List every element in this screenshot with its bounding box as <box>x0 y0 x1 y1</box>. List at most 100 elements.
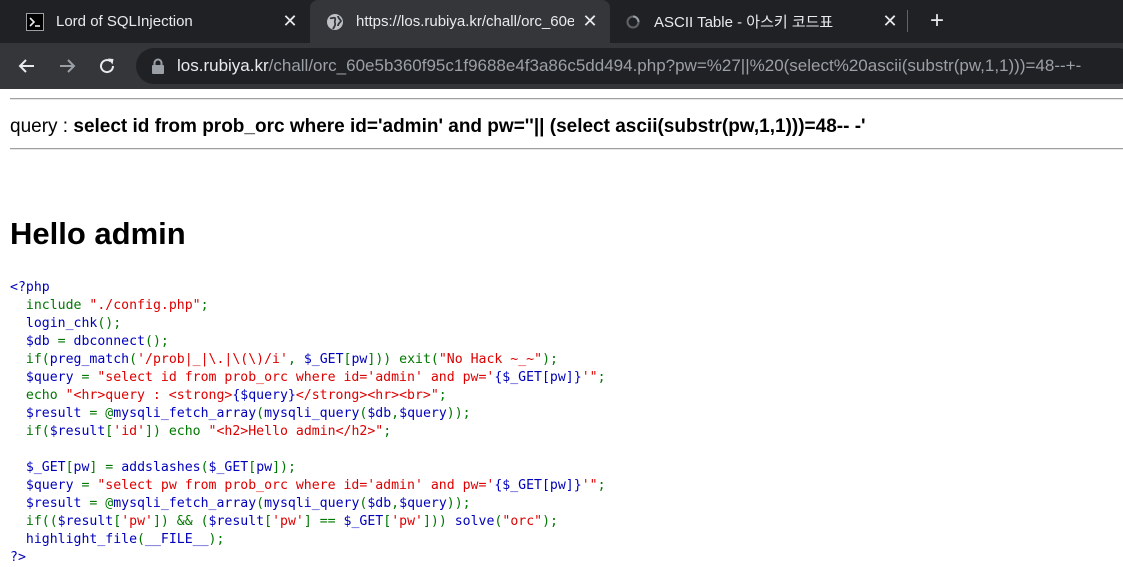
code-token: mysqli_fetch_array <box>113 496 257 511</box>
code-token: ); <box>542 514 558 529</box>
forward-button[interactable] <box>52 51 82 81</box>
code-line: $result = @mysqli_fetch_array(mysqli_que… <box>10 495 606 513</box>
code-token: [ <box>65 460 74 475</box>
code-token: = @ <box>89 496 114 511</box>
tab-title: https://los.rubiya.kr/chall/orc_60e5b360… <box>356 13 574 30</box>
code-line: $query = "select pw from prob_orc where … <box>10 477 606 495</box>
page-content: query : select id from prob_orc where id… <box>0 89 1123 566</box>
code-token: echo <box>25 388 66 403</box>
address-bar[interactable]: los.rubiya.kr/chall/orc_60e5b360f95c1f96… <box>136 48 1123 84</box>
close-tab-icon[interactable]: ✕ <box>880 11 900 32</box>
lock-icon <box>152 58 164 74</box>
code-token: ); <box>542 352 558 367</box>
back-button[interactable] <box>12 51 42 81</box>
tab-ascii-table[interactable]: ASCII Table - 아스키 코드표 ✕ <box>610 0 910 43</box>
code-line: $result = @mysqli_fetch_array(mysqli_que… <box>10 405 606 423</box>
code-token: if( <box>25 352 50 367</box>
new-tab-button[interactable]: + <box>922 6 952 36</box>
code-token: {$query} <box>232 388 296 403</box>
code-token: pw <box>256 460 273 475</box>
code-token: = @ <box>89 406 114 421</box>
code-token: $_GET <box>10 460 66 475</box>
close-tab-icon[interactable]: ✕ <box>580 11 600 32</box>
code-token: mysqli_fetch_array <box>113 406 257 421</box>
code-token: , <box>391 496 400 511</box>
code-token: = <box>57 334 74 349</box>
code-token: ?> <box>10 550 26 565</box>
url-path: /chall/orc_60e5b360f95c1f9688e4f3a86c5dd… <box>268 56 1082 75</box>
reload-button[interactable] <box>92 51 122 81</box>
code-token: ; <box>200 298 209 313</box>
code-token: ])) <box>422 514 455 529</box>
code-token: $_GET <box>343 514 384 529</box>
code-token: ( <box>256 406 265 421</box>
code-token: ( <box>256 496 265 511</box>
code-token: ; <box>597 478 606 493</box>
code-token: ])) exit( <box>367 352 439 367</box>
code-token: $db <box>367 406 392 421</box>
tab-orc-challenge[interactable]: https://los.rubiya.kr/chall/orc_60e5b360… <box>310 0 610 43</box>
url-text: los.rubiya.kr/chall/orc_60e5b360f95c1f96… <box>177 56 1081 76</box>
code-token: __FILE__ <box>145 532 209 547</box>
code-token: dbconnect <box>73 334 145 349</box>
tab-strip: Lord of SQLInjection ✕ https://los.rubiy… <box>0 0 1123 43</box>
code-line: $db = dbconnect(); <box>10 333 606 351</box>
code-line: if(($result['pw']) && ($result['pw'] == … <box>10 513 606 531</box>
code-token: <?php <box>10 280 50 295</box>
code-token: [ <box>383 514 392 529</box>
reload-icon <box>100 58 115 74</box>
code-token: , <box>391 406 400 421</box>
code-token: [ <box>248 460 257 475</box>
code-token: 'pw' <box>391 514 423 529</box>
query-line: query : select id from prob_orc where id… <box>10 116 866 138</box>
code-token: $db <box>10 334 58 349</box>
code-token: $query <box>10 478 82 493</box>
code-token: "select pw from prob_orc where id='admin… <box>97 478 495 493</box>
code-token: )); <box>446 406 471 421</box>
close-tab-icon[interactable]: ✕ <box>280 11 300 32</box>
code-token: if( <box>25 424 50 439</box>
code-line: login_chk(); <box>10 315 606 333</box>
terminal-icon <box>26 12 44 31</box>
forward-arrow-icon <box>60 59 76 73</box>
hello-heading: Hello admin <box>10 216 186 251</box>
code-token: preg_match <box>49 352 130 367</box>
code-token: ] == <box>303 514 344 529</box>
code-token: highlight_file <box>10 532 138 547</box>
code-token: '" <box>581 478 598 493</box>
code-token: "./config.php" <box>89 298 201 313</box>
code-line: $_GET[pw] = addslashes($_GET[pw]); <box>10 459 606 477</box>
code-token: ; <box>383 424 392 439</box>
code-token: $result <box>208 514 265 529</box>
code-token: ]); <box>272 460 296 475</box>
code-token: 'pw' <box>121 514 153 529</box>
tab-title: Lord of SQLInjection <box>56 13 193 30</box>
tab-title: ASCII Table - 아스키 코드표 <box>654 14 834 31</box>
code-token: "orc" <box>502 514 543 529</box>
code-token: = <box>81 370 98 385</box>
code-token: $_GET <box>303 352 344 367</box>
code-token: 'id' <box>113 424 146 439</box>
code-token: $result <box>49 424 106 439</box>
code-token: $result <box>57 514 114 529</box>
loading-icon <box>624 13 642 31</box>
code-token: ; <box>438 388 447 403</box>
code-token: "<h2>Hello admin</h2>" <box>208 424 384 439</box>
code-token: $query <box>399 406 447 421</box>
code-token: $query <box>399 496 447 511</box>
code-token: "select id from prob_orc where id='admin… <box>97 370 495 385</box>
code-line: <?php <box>10 279 606 297</box>
code-token: mysqli_query <box>264 406 360 421</box>
code-token: $db <box>367 496 392 511</box>
code-token: [ <box>264 514 273 529</box>
tab-lord-of-sqlinjection[interactable]: Lord of SQLInjection ✕ <box>0 0 310 43</box>
code-token: ( <box>200 460 209 475</box>
code-line: ?> <box>10 549 606 567</box>
query-sql: select id from prob_orc where id='admin'… <box>73 116 866 137</box>
code-token: mysqli_query <box>264 496 360 511</box>
code-token: ( <box>137 532 145 547</box>
